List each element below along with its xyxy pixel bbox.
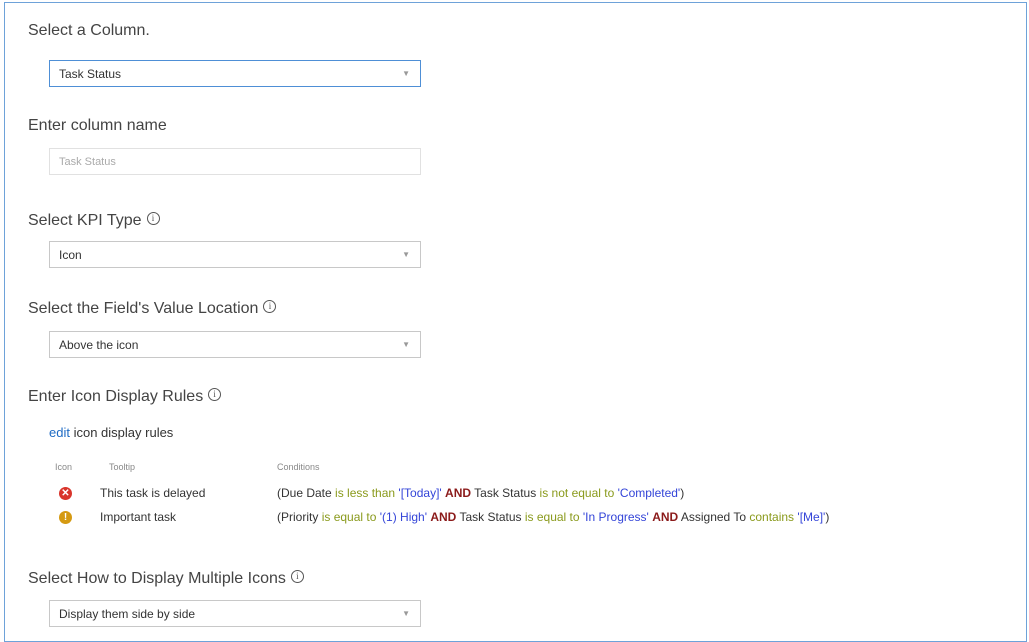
chevron-down-icon: ▼: [402, 250, 410, 259]
multiple-icons-select[interactable]: Display them side by side ▼: [49, 600, 421, 627]
info-icon[interactable]: i: [263, 299, 277, 313]
info-icon[interactable]: i: [208, 387, 222, 401]
kpi-type-value: Icon: [59, 247, 82, 262]
header-tooltip: Tooltip: [109, 462, 136, 472]
column-select[interactable]: Task Status ▼: [49, 60, 421, 87]
info-icon[interactable]: i: [146, 211, 160, 225]
error-circle-icon: ✕: [59, 487, 72, 500]
edit-rules-text: icon display rules: [73, 425, 174, 440]
column-name-label: Enter column name: [28, 117, 167, 134]
rule-conditions: (Due Date is less than '[Today]' AND Tas…: [277, 486, 685, 500]
kpi-settings-panel: Select a Column. Task Status ▼ Enter col…: [4, 2, 1027, 642]
warning-circle-icon: !: [59, 511, 72, 524]
chevron-down-icon: ▼: [402, 69, 410, 78]
multiple-icons-value: Display them side by side: [59, 606, 196, 621]
table-row: ✕ This task is delayed (Due Date is less…: [55, 486, 1015, 504]
column-name-input[interactable]: [49, 148, 421, 175]
chevron-down-icon: ▼: [402, 340, 410, 349]
icon-rules-label: Enter Icon Display Rules i: [28, 387, 222, 406]
column-select-label: Select a Column.: [28, 22, 150, 39]
header-icon: Icon: [55, 462, 73, 472]
kpi-type-label: Select KPI Type i: [28, 211, 160, 230]
column-select-value: Task Status: [59, 66, 122, 81]
value-location-select[interactable]: Above the icon ▼: [49, 331, 421, 358]
value-location-value: Above the icon: [59, 337, 139, 352]
kpi-type-select[interactable]: Icon ▼: [49, 241, 421, 268]
edit-rules-row: edit icon display rules: [49, 425, 173, 440]
rule-tooltip: Important task: [100, 510, 177, 524]
header-conditions: Conditions: [277, 462, 320, 472]
rule-tooltip: This task is delayed: [100, 486, 206, 500]
table-row: ! Important task (Priority is equal to '…: [55, 510, 1015, 528]
value-location-label: Select the Field's Value Location i: [28, 299, 277, 318]
rule-conditions: (Priority is equal to '(1) High' AND Tas…: [277, 510, 830, 524]
chevron-down-icon: ▼: [402, 609, 410, 618]
edit-rules-link[interactable]: edit: [49, 425, 70, 440]
info-icon[interactable]: i: [290, 569, 304, 583]
multiple-icons-label: Select How to Display Multiple Icons i: [28, 569, 304, 588]
